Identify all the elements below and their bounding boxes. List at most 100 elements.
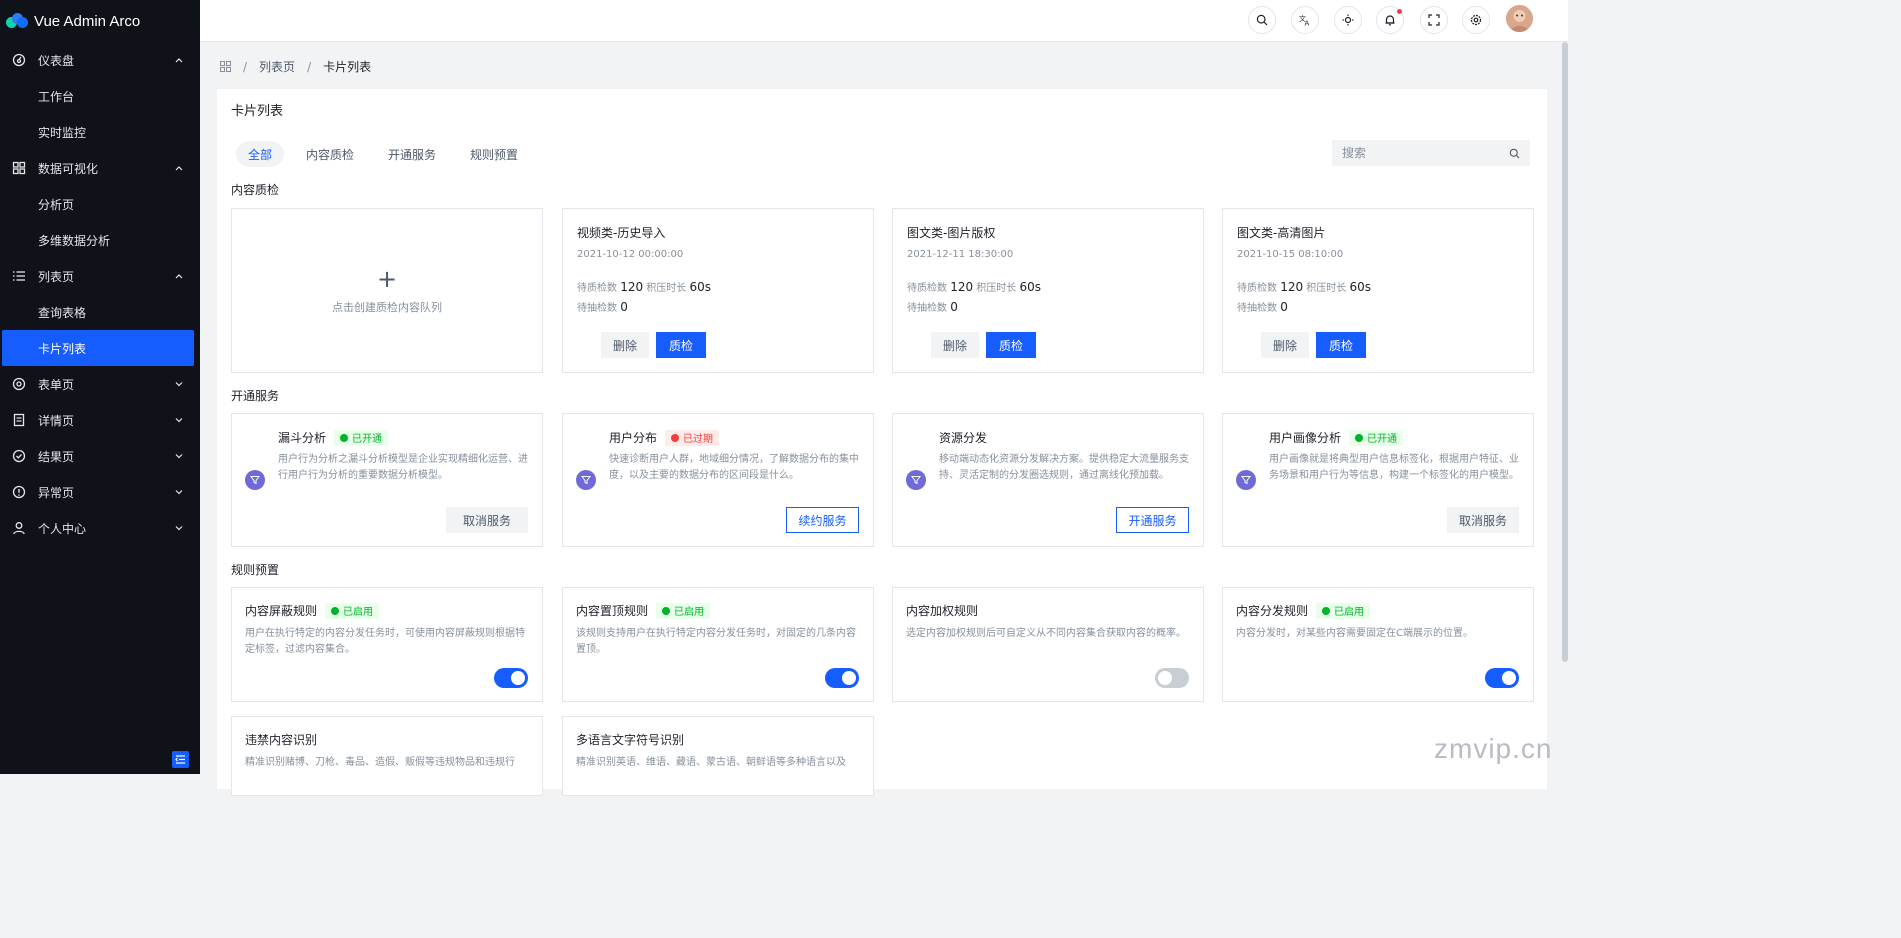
quality-card-title: 图文类-高清图片 [1237,226,1326,240]
inspect-button[interactable]: 质检 [656,332,706,358]
switch-knob [511,671,525,685]
status-badge-text: 已启用 [674,607,705,618]
fullscreen-button[interactable] [1420,6,1448,34]
inspect-button[interactable]: 质检 [1316,332,1366,358]
menu-group-user[interactable]: 个人中心 [0,510,200,546]
sidebar-item-multi-analysis[interactable]: 多维数据分析 [0,222,200,258]
breadcrumb: / 列表页 / 卡片列表 [220,58,371,75]
quality-card: 视频类-历史导入 2021-10-12 00:00:00 待质检数 120 积压… [562,208,874,373]
tab-service[interactable]: 开通服务 [376,141,448,167]
sidebar-item-card-list[interactable]: 卡片列表 [2,330,194,366]
file-icon [12,413,26,427]
menu-fold-icon [175,755,185,764]
service-title-text: 资源分发 [939,431,988,445]
notification-button[interactable] [1376,6,1404,34]
chevron-up-icon [174,163,184,173]
delete-button[interactable]: 删除 [931,332,979,358]
rule-toggle-switch[interactable] [1155,668,1189,688]
rule-card: 多语言文字符号识别 精准识别英语、维语、藏语、蒙古语、朝鲜语等多种语言以及 [562,716,874,796]
rule-card-desc: 精准识别英语、维语、藏语、蒙古语、朝鲜语等多种语言以及 [576,757,846,768]
svg-text:A: A [1305,20,1310,27]
menu-group-label: 个人中心 [38,521,87,536]
tab-quality[interactable]: 内容质检 [294,141,366,167]
status-badge: 已启用 [656,602,711,619]
user-avatar[interactable] [1506,5,1533,32]
menu-group-result[interactable]: 结果页 [0,438,200,474]
rule-toggle-switch[interactable] [494,668,528,688]
rule-card-desc: 内容分发时，对某些内容需要固定在C端展示的位置。 [1236,628,1473,639]
status-badge-text: 已启用 [1334,607,1365,618]
sampling-value: 0 [950,300,958,314]
quality-card-time: 2021-12-11 18:30:00 [907,249,1014,260]
sidebar-item-workplace[interactable]: 工作台 [0,78,200,114]
sidebar-item-analysis[interactable]: 分析页 [0,186,200,222]
chevron-down-icon [174,487,184,497]
backlog-value: 60s [1019,280,1041,294]
menu-group-exception[interactable]: 异常页 [0,474,200,510]
app-logo[interactable]: Vue Admin Arco [0,0,200,42]
pending-label: 待质检数 [1237,283,1277,294]
search-icon[interactable] [1509,148,1520,159]
page-title: 卡片列表 [231,104,284,119]
backlog-value: 60s [1349,280,1371,294]
tab-rules[interactable]: 规则预置 [458,141,530,167]
rule-card-title: 内容加权规则 [906,602,978,619]
rule-title-text: 内容加权规则 [906,604,979,618]
section-title-service: 开通服务 [231,389,280,403]
pending-label: 待质检数 [577,283,617,294]
apps-icon[interactable] [220,61,231,72]
inspect-button[interactable]: 质检 [986,332,1036,358]
rule-card-title: 多语言文字符号识别 [576,731,684,748]
service-card-title: 用户分布 已过期 [609,429,720,446]
settings-button[interactable] [1462,6,1490,34]
menu-group-visualization[interactable]: 数据可视化 [0,150,200,186]
search-button[interactable] [1248,6,1276,34]
rule-toggle-switch[interactable] [1485,668,1519,688]
check-circle-icon [12,449,26,463]
cancel-service-button[interactable]: 取消服务 [1447,507,1519,533]
breadcrumb-separator: / [243,59,248,74]
cancel-service-button[interactable]: 取消服务 [446,507,528,533]
sampling-label: 待抽检数 [577,303,617,314]
status-badge: 已启用 [1316,602,1371,619]
tab-all[interactable]: 全部 [236,141,285,167]
backlog-label: 积压时长 [646,283,687,294]
rule-toggle-switch[interactable] [825,668,859,688]
rule-card-desc: 选定内容加权规则后可自定义从不同内容集合获取内容的概率。 [906,628,1186,639]
menu-group-form[interactable]: 表单页 [0,366,200,402]
rule-card-title: 内容置顶规则 已启用 [576,602,711,619]
delete-button[interactable]: 删除 [1261,332,1309,358]
pending-value: 120 [620,280,644,294]
top-navbar: 文A [200,0,1568,42]
app-title: Vue Admin Arco [34,12,141,30]
pending-label: 待质检数 [907,283,947,294]
delete-button[interactable]: 删除 [601,332,649,358]
menu-group-list[interactable]: 列表页 [0,258,200,294]
collapse-menu-button[interactable] [172,751,189,768]
renew-service-button[interactable]: 续约服务 [786,507,859,533]
page-scrollbar[interactable] [1562,42,1568,662]
check-dot-icon [340,433,349,442]
theme-toggle-button[interactable] [1334,6,1362,34]
avatar-face-icon [1506,5,1533,32]
section-title-quality: 内容质检 [231,183,280,197]
filter-icon [1236,470,1256,490]
sidebar-item-search-table[interactable]: 查询表格 [0,294,200,330]
quality-card-title: 视频类-历史导入 [577,226,666,240]
language-button[interactable]: 文A [1291,6,1319,34]
rule-card: 内容屏蔽规则 已启用 用户在执行特定的内容分发任务时，可使用内容屏蔽规则根据特定标… [231,587,543,702]
switch-knob [842,671,856,685]
create-quality-card[interactable]: + 点击创建质检内容队列 [231,208,543,373]
menu-group-label: 结果页 [38,449,75,464]
breadcrumb-item[interactable]: 列表页 [259,58,295,75]
search-input[interactable] [1342,146,1492,160]
category-tabs: 全部 内容质检 开通服务 规则预置 [236,141,540,167]
exclamation-circle-icon [12,485,26,499]
sidebar-item-monitor[interactable]: 实时监控 [0,114,200,150]
rule-card-title: 内容屏蔽规则 已启用 [245,602,380,619]
menu-group-dashboard[interactable]: 仪表盘 [0,42,200,78]
menu-group-profile[interactable]: 详情页 [0,402,200,438]
chevron-up-icon [174,55,184,65]
open-service-button[interactable]: 开通服务 [1116,507,1189,533]
chevron-down-icon [174,451,184,461]
